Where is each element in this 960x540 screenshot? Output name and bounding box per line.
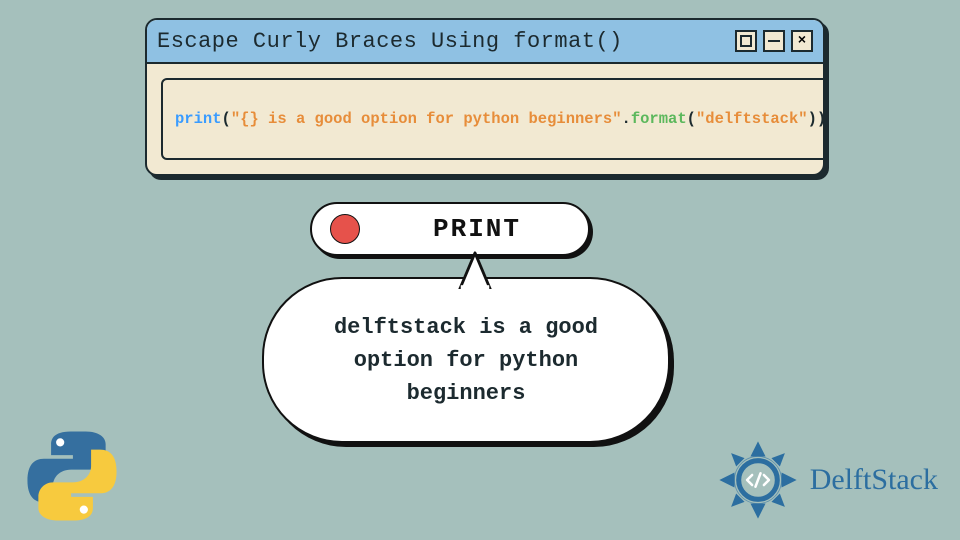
- delftstack-wordmark: DelftStack: [810, 463, 938, 497]
- tok-str-quote: ": [612, 110, 621, 128]
- tok-method: format: [631, 110, 687, 128]
- tok-str-quote: ": [231, 110, 240, 128]
- tok-paren-open2: (: [687, 110, 696, 128]
- minimize-icon[interactable]: [763, 30, 785, 52]
- delftstack-logo: DelftStack: [716, 438, 938, 522]
- code-window: Escape Curly Braces Using format() × pri…: [145, 18, 825, 176]
- tok-paren-open: (: [222, 110, 231, 128]
- tok-dot: .: [622, 110, 631, 128]
- maximize-icon[interactable]: [735, 30, 757, 52]
- titlebar: Escape Curly Braces Using format() ×: [147, 20, 823, 64]
- output-bubble: delftstack is a good option for python b…: [262, 277, 670, 443]
- tok-arg-quote: ": [696, 110, 705, 128]
- tok-func: print: [175, 110, 222, 128]
- tok-paren-close2: ): [808, 110, 817, 128]
- code-box: print("{} is a good option for python be…: [161, 78, 825, 160]
- python-logo-icon: [22, 426, 122, 526]
- code-line: print("{} is a good option for python be…: [175, 110, 825, 128]
- tok-paren-close: ): [817, 110, 825, 128]
- print-button[interactable]: PRINT: [310, 202, 590, 256]
- window-controls: ×: [735, 30, 813, 52]
- window-title: Escape Curly Braces Using format(): [157, 29, 735, 54]
- window-body: print("{} is a good option for python be…: [147, 64, 823, 174]
- tok-arg-body: delftstack: [705, 110, 798, 128]
- output-text: delftstack is a good option for python b…: [262, 277, 670, 443]
- delftstack-mark-icon: [716, 438, 800, 522]
- print-label: PRINT: [384, 214, 570, 244]
- record-icon: [330, 214, 360, 244]
- tok-str-body: {} is a good option for python beginners: [240, 110, 612, 128]
- tok-arg-quote: ": [798, 110, 807, 128]
- close-icon[interactable]: ×: [791, 30, 813, 52]
